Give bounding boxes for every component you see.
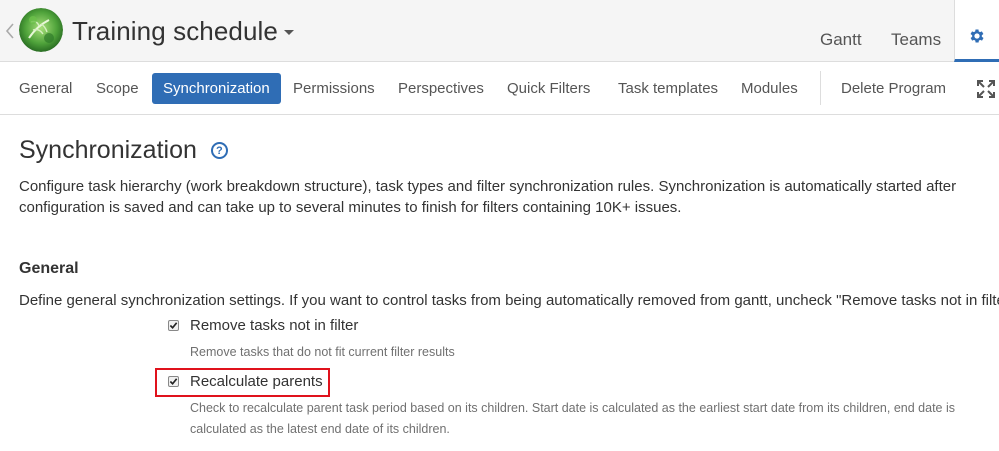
section-description: Define general synchronization settings.…	[19, 292, 999, 309]
tab-teams[interactable]: Teams	[891, 30, 941, 50]
app-header: Training schedule Gantt Teams	[0, 0, 999, 62]
nav-synchronization[interactable]: Synchronization	[152, 73, 281, 104]
page-description: Configure task hierarchy (work breakdown…	[19, 178, 957, 216]
nav-scope[interactable]: Scope	[85, 73, 150, 104]
remove-tasks-checkbox[interactable]	[168, 320, 179, 331]
chevron-left-icon[interactable]	[3, 20, 17, 42]
program-avatar	[19, 8, 63, 52]
option-recalculate-parents: Recalculate parents	[168, 373, 323, 390]
page-title-row: Synchronization ?	[19, 136, 228, 165]
recalculate-parents-checkbox[interactable]	[168, 376, 179, 387]
recalculate-parents-hint: Check to recalculate parent task period …	[190, 401, 955, 436]
tab-gantt[interactable]: Gantt	[820, 30, 862, 50]
nav-divider	[820, 71, 821, 105]
settings-nav: General Scope Synchronization Permission…	[0, 62, 999, 115]
option-remove-tasks: Remove tasks not in filter	[168, 317, 358, 334]
nav-permissions[interactable]: Permissions	[282, 73, 386, 104]
nav-task-templates[interactable]: Task templates	[607, 73, 729, 104]
nav-perspectives[interactable]: Perspectives	[387, 73, 495, 104]
expand-icon[interactable]	[976, 79, 996, 99]
program-title-dropdown[interactable]: Training schedule	[72, 14, 294, 48]
remove-tasks-hint: Remove tasks that do not fit current fil…	[190, 345, 455, 359]
settings-tab[interactable]	[954, 0, 999, 62]
gear-icon	[970, 28, 984, 43]
nav-modules[interactable]: Modules	[730, 73, 809, 104]
help-icon[interactable]: ?	[210, 142, 228, 159]
caret-down-icon	[283, 29, 294, 35]
nav-delete-program[interactable]: Delete Program	[830, 73, 957, 104]
nav-quick-filters[interactable]: Quick Filters	[496, 73, 601, 104]
page-title: Synchronization	[19, 136, 197, 164]
section-title-general: General	[19, 260, 79, 277]
checkmark-icon	[169, 322, 178, 329]
nav-general[interactable]: General	[8, 73, 83, 104]
recalculate-parents-label[interactable]: Recalculate parents	[190, 373, 323, 390]
program-title: Training schedule	[72, 15, 278, 46]
remove-tasks-label[interactable]: Remove tasks not in filter	[190, 317, 358, 334]
checkmark-icon	[169, 378, 178, 385]
